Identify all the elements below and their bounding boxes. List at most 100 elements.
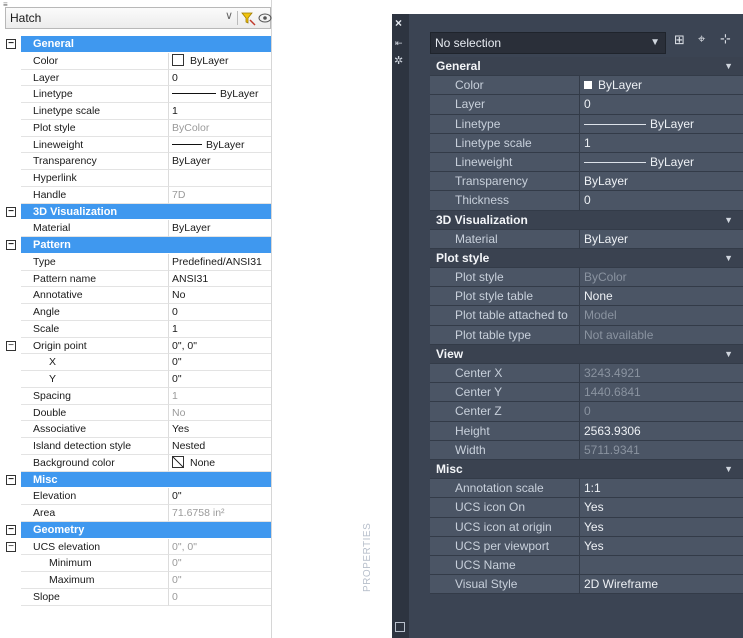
auto-hide-icon[interactable]: ⇤ (395, 38, 403, 49)
property-value[interactable]: 0 (169, 589, 271, 606)
property-row-lineweight[interactable]: Lineweight ByLayer (430, 152, 743, 173)
property-row-type[interactable]: Type Predefined/ANSI31 (5, 253, 271, 271)
property-value[interactable]: 1 (169, 388, 271, 405)
chevron-down-icon[interactable]: ▼ (650, 37, 660, 48)
property-row-ucs-elevation[interactable]: − UCS elevation 0", 0" (5, 538, 271, 556)
property-value[interactable]: Model (580, 306, 743, 326)
collapse-icon[interactable]: − (6, 39, 16, 49)
category-misc[interactable]: − Misc (5, 471, 271, 489)
property-row-layer[interactable]: Layer 0 (430, 95, 743, 115)
property-row-ucs-icon-at-origin[interactable]: UCS icon at origin Yes (430, 517, 743, 537)
property-row-scale[interactable]: Scale 1 (5, 320, 271, 338)
property-row-elevation[interactable]: Elevation 0" (5, 488, 271, 505)
property-value[interactable]: 0 (580, 95, 743, 115)
property-row-color[interactable]: Color ByLayer (430, 76, 743, 96)
property-value[interactable]: 1 (580, 133, 743, 153)
property-row-double[interactable]: Double No (5, 404, 271, 422)
property-row-ucs-icon-on[interactable]: UCS icon On Yes (430, 498, 743, 518)
property-value[interactable]: ByLayer (580, 152, 743, 173)
eye-icon[interactable] (258, 12, 272, 24)
category-misc[interactable]: Misc ▼ (430, 459, 743, 480)
property-value[interactable]: 0 (580, 402, 743, 422)
category-pattern[interactable]: − Pattern (5, 237, 271, 254)
property-row-area[interactable]: Area 71.6758 in² (5, 505, 271, 522)
property-value[interactable]: Yes (580, 536, 743, 556)
property-row-handle[interactable]: Handle 7D (5, 186, 271, 204)
property-row-width[interactable]: Width 5711.9341 (430, 440, 743, 460)
palette-menu-icon[interactable] (395, 622, 405, 632)
property-value[interactable]: 0", 0" (169, 539, 271, 556)
property-row-hyperlink[interactable]: Hyperlink (5, 170, 271, 187)
property-row-annotative[interactable]: Annotative No (5, 287, 271, 304)
property-value[interactable]: 71.6758 in² (169, 505, 271, 522)
collapse-icon[interactable]: − (6, 524, 16, 535)
property-value[interactable]: ByLayer (580, 229, 743, 249)
property-row-angle[interactable]: Angle 0 (5, 304, 271, 321)
property-value[interactable]: 2D Wireframe (580, 575, 743, 595)
property-value[interactable]: 5711.9341 (580, 440, 743, 460)
property-value[interactable]: ByLayer (169, 53, 271, 70)
property-value[interactable]: Yes (169, 421, 271, 438)
property-row-center-x[interactable]: Center X 3243.4921 (430, 364, 743, 384)
property-value[interactable] (169, 170, 271, 187)
property-row-background-color[interactable]: Background color None (5, 454, 271, 472)
property-value[interactable]: None (580, 287, 743, 307)
property-row-linetype[interactable]: Linetype ByLayer (5, 86, 271, 103)
category-general[interactable]: − General (5, 36, 271, 53)
property-value[interactable]: 0" (169, 572, 271, 589)
close-icon[interactable]: × (395, 16, 402, 30)
chevron-down-icon[interactable]: ▼ (724, 211, 733, 230)
selection-dropdown[interactable]: No selection ▼ (430, 32, 666, 54)
property-row-center-z[interactable]: Center Z 0 (430, 402, 743, 422)
property-value[interactable]: ByColor (580, 268, 743, 288)
property-row-thickness[interactable]: Thickness 0 (430, 191, 743, 211)
collapse-icon[interactable]: − (6, 541, 16, 552)
property-row-plot-table-attached-to[interactable]: Plot table attached to Model (430, 306, 743, 326)
property-value[interactable]: 2563.9306 (580, 421, 743, 441)
property-value[interactable]: ByLayer (580, 172, 743, 192)
category-view[interactable]: View ▼ (430, 344, 743, 364)
collapse-icon[interactable]: − (6, 340, 16, 351)
category-3d-visualization[interactable]: −3D Visualization (5, 203, 271, 221)
property-row-lineweight[interactable]: Lineweight ByLayer (5, 136, 271, 154)
property-value[interactable]: 1440.6841 (580, 383, 743, 403)
chevron-down-icon[interactable]: ▼ (724, 57, 733, 76)
property-row-transparency[interactable]: Transparency ByLayer (430, 172, 743, 192)
property-row-linetype-scale[interactable]: Linetype scale 1 (5, 103, 271, 120)
select-objects-icon[interactable]: ⌖ (698, 31, 705, 47)
property-row-plot-style[interactable]: Plot style ByColor (430, 268, 743, 288)
property-row-plot-style-table[interactable]: Plot style table None (430, 287, 743, 307)
property-value[interactable]: 0" (169, 354, 271, 371)
property-value[interactable]: 0 (580, 191, 743, 211)
category-3d-visualization[interactable]: 3D Visualization ▼ (430, 210, 743, 230)
property-row-color[interactable]: Color ByLayer (5, 52, 271, 70)
gear-icon[interactable]: ✲ (394, 54, 403, 67)
property-row-material[interactable]: Material ByLayer (5, 220, 271, 237)
property-value[interactable]: 1 (169, 321, 271, 338)
collapse-icon[interactable]: − (6, 474, 16, 485)
property-value[interactable]: None (169, 455, 271, 472)
property-row-plot-style[interactable]: Plot style ByColor (5, 119, 271, 137)
property-value[interactable]: ByLayer (169, 86, 271, 103)
property-value[interactable]: Yes (580, 517, 743, 537)
chevron-down-icon[interactable]: ∨ (225, 9, 233, 22)
property-value[interactable]: 0 (169, 304, 271, 321)
property-row-ucs-name[interactable]: UCS Name (430, 555, 743, 576)
quick-select-icon[interactable] (240, 10, 256, 26)
collapse-icon[interactable]: − (6, 240, 16, 250)
property-value[interactable]: Predefined/ANSI31 (169, 254, 271, 271)
property-value[interactable]: ByLayer (169, 137, 271, 154)
property-row-y[interactable]: Y 0" (5, 371, 271, 388)
property-value[interactable]: 3243.4921 (580, 364, 743, 384)
property-value[interactable]: ByLayer (169, 153, 271, 170)
property-value[interactable]: 7D (169, 187, 271, 204)
property-value[interactable]: 0 (169, 70, 271, 87)
property-value[interactable]: No (169, 287, 271, 304)
category-plot-style[interactable]: Plot style ▼ (430, 248, 743, 269)
property-value[interactable]: Not available (580, 325, 743, 345)
property-value[interactable]: 0", 0" (169, 338, 271, 355)
property-row-x[interactable]: X 0" (5, 354, 271, 371)
property-value[interactable]: 1 (169, 103, 271, 120)
property-row-maximum[interactable]: Maximum 0" (5, 572, 271, 589)
property-value[interactable]: ANSI31 (169, 271, 271, 288)
